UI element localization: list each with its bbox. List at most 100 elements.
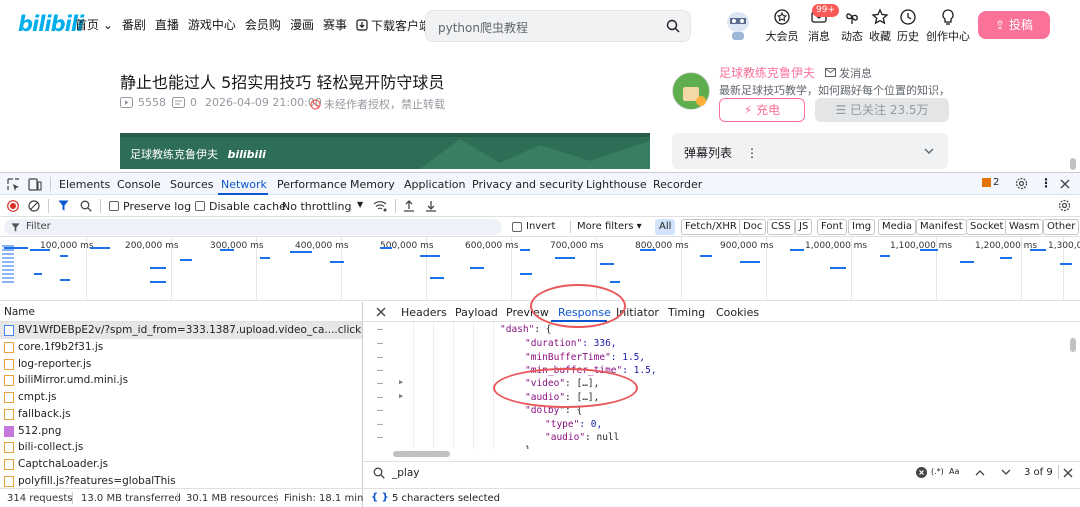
nav-manga[interactable]: 漫画 — [290, 16, 314, 34]
detail-tab-payload[interactable]: Payload — [455, 306, 498, 319]
video-player-preview[interactable]: 足球教练克鲁伊夫 bilibili — [120, 133, 650, 169]
filter-img[interactable]: Img — [848, 219, 876, 235]
nav-vip[interactable]: 大会员 — [762, 8, 802, 44]
nav-anime[interactable]: 番剧 — [122, 16, 146, 34]
follow-button[interactable]: ☰ 已关注 23.5万 — [815, 98, 949, 122]
network-conditions-icon[interactable] — [373, 200, 387, 212]
nav-home[interactable]: 首页 ⌄ — [75, 16, 113, 34]
filter-input[interactable]: Filter — [4, 219, 502, 235]
filter-other[interactable]: Other — [1043, 219, 1080, 235]
tab-elements[interactable]: Elements — [59, 178, 110, 191]
filter-manifest[interactable]: Manifest — [916, 219, 967, 235]
throttling-dropdown-icon[interactable]: ▼ — [357, 200, 363, 209]
close-search-icon[interactable] — [1063, 468, 1073, 478]
nav-esports[interactable]: 赛事 — [323, 16, 347, 34]
chevron-up-icon[interactable] — [975, 469, 985, 476]
nav-creator-center[interactable]: 创作中心 — [924, 8, 972, 44]
filter-js[interactable]: JS — [795, 219, 813, 235]
regex-toggle[interactable]: (.*) — [931, 467, 944, 476]
invert-checkbox[interactable] — [512, 222, 522, 232]
tab-network[interactable]: Network — [221, 178, 267, 191]
tab-privacy-security[interactable]: Privacy and security — [472, 178, 583, 191]
bilibili-logo[interactable]: bilibili — [18, 12, 84, 36]
filter-socket[interactable]: Socket — [966, 219, 1008, 235]
search-box[interactable]: python爬虫教程 — [425, 10, 691, 42]
request-row[interactable]: fallback.js — [0, 406, 362, 423]
chevron-down-icon[interactable] — [924, 147, 934, 155]
tab-memory[interactable]: Memory — [350, 178, 395, 191]
tab-recorder[interactable]: Recorder — [653, 178, 702, 191]
request-row[interactable]: log-reporter.js — [0, 356, 362, 373]
search-icon[interactable] — [666, 19, 680, 33]
name-column-header[interactable]: Name — [4, 306, 35, 318]
clear-icon[interactable] — [28, 200, 40, 212]
detail-tab-timing[interactable]: Timing — [668, 306, 705, 319]
charge-button[interactable]: ⚡ 充电 — [719, 98, 805, 122]
request-row[interactable]: 512.png — [0, 423, 362, 440]
network-settings-icon[interactable] — [1058, 199, 1071, 212]
chevron-down-icon[interactable] — [1001, 469, 1011, 476]
request-row[interactable]: core.1f9b2f31.js — [0, 339, 362, 356]
filter-wasm[interactable]: Wasm — [1005, 219, 1044, 235]
timeline-request-bar — [520, 249, 530, 251]
filter-doc[interactable]: Doc — [739, 219, 767, 235]
more-options-icon[interactable]: ⋮ — [1040, 176, 1052, 190]
filter-fetch-xhr[interactable]: Fetch/XHR — [681, 219, 741, 235]
expand-arrow-icon[interactable]: ▶ — [399, 378, 403, 386]
tab-sources[interactable]: Sources — [170, 178, 214, 191]
issues-counter[interactable]: 2 — [982, 177, 999, 188]
filter-css[interactable]: CSS — [767, 219, 795, 235]
tab-performance[interactable]: Performance — [277, 178, 347, 191]
throttling-select[interactable]: No throttling — [282, 200, 351, 213]
filter-all[interactable]: All — [655, 219, 676, 235]
response-search-input[interactable]: _play — [392, 467, 419, 479]
tab-lighthouse[interactable]: Lighthouse — [586, 178, 647, 191]
filter-icon[interactable] — [58, 200, 69, 211]
record-stop-icon[interactable] — [7, 200, 19, 212]
line-gutter: – — [377, 338, 383, 349]
uploader-avatar[interactable] — [672, 72, 710, 110]
nav-live[interactable]: 直播 — [155, 16, 179, 34]
disable-cache-checkbox[interactable] — [195, 201, 205, 211]
device-toolbar-icon[interactable] — [28, 178, 42, 191]
response-line: "minBufferTime": 1.5, — [525, 352, 645, 363]
nav-mall[interactable]: 会员购 — [245, 16, 281, 34]
danmaku-list-panel[interactable]: 弹幕列表 ⋮ — [672, 133, 948, 169]
match-case-toggle[interactable]: Aa — [949, 467, 959, 476]
close-detail-icon[interactable] — [376, 307, 386, 317]
pretty-print-icon[interactable]: { } — [371, 492, 389, 503]
request-row[interactable]: cmpt.js — [0, 389, 362, 406]
more-vert-icon[interactable]: ⋮ — [746, 146, 758, 160]
more-filters-dropdown[interactable]: More filters ▾ — [577, 221, 642, 232]
vertical-scrollbar[interactable] — [1070, 338, 1076, 352]
search-input[interactable]: python爬虫教程 — [438, 19, 528, 36]
expand-arrow-icon[interactable]: ▶ — [399, 392, 403, 400]
filter-media[interactable]: Media — [878, 219, 917, 235]
detail-tab-cookies[interactable]: Cookies — [716, 306, 759, 319]
gear-icon[interactable] — [1015, 177, 1028, 190]
preserve-log-checkbox[interactable] — [109, 201, 119, 211]
request-row[interactable]: BV1WfDEBpE2v/?spm_id_from=333.1387.uploa… — [0, 322, 362, 339]
horizontal-scrollbar[interactable] — [393, 451, 450, 457]
filter-font[interactable]: Font — [817, 219, 847, 235]
request-row[interactable]: CaptchaLoader.js — [0, 456, 362, 473]
mascot-avatar[interactable] — [724, 8, 752, 42]
response-body[interactable]: – "dash": {– "duration": 336, – "minBufferTi… — [363, 322, 1067, 449]
detail-tab-headers[interactable]: Headers — [401, 306, 447, 319]
close-devtools-icon[interactable] — [1060, 179, 1070, 189]
page-scrollbar[interactable] — [1070, 158, 1076, 170]
nav-game-center[interactable]: 游戏中心 — [188, 16, 236, 34]
uploader-name[interactable]: 足球教练克鲁伊夫 — [719, 64, 815, 81]
tab-application[interactable]: Application — [404, 178, 465, 191]
clear-search-icon[interactable] — [916, 467, 927, 478]
request-row[interactable]: biliMirror.umd.mini.js — [0, 372, 362, 389]
request-row[interactable]: bili-collect.js — [0, 439, 362, 456]
inspect-element-icon[interactable] — [7, 178, 20, 191]
nav-history[interactable]: 历史 — [888, 8, 928, 44]
tab-console[interactable]: Console — [117, 178, 161, 191]
send-message-link[interactable]: 发消息 — [825, 65, 872, 81]
import-har-icon[interactable] — [403, 199, 415, 212]
export-har-icon[interactable] — [425, 199, 437, 212]
search-network-icon[interactable] — [80, 200, 92, 212]
upload-button[interactable]: ⇪ 投稿 — [978, 11, 1050, 39]
